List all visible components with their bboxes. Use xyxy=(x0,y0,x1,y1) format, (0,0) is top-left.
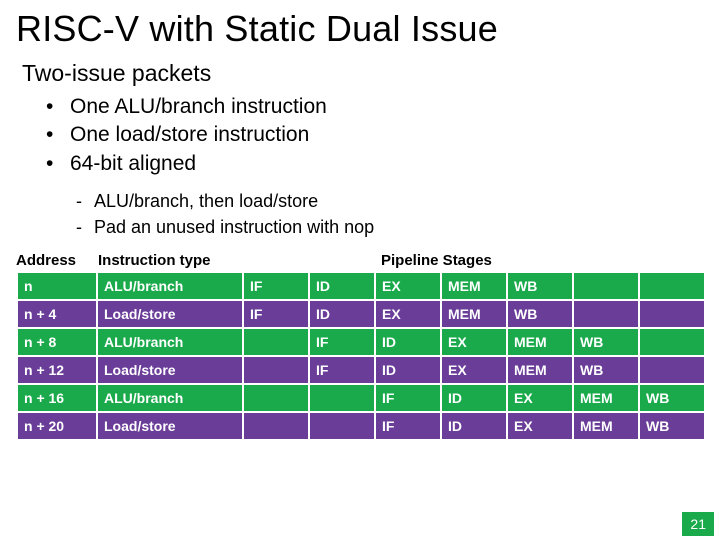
cell-stage: WB xyxy=(507,272,573,300)
cell-stage: IF xyxy=(243,272,309,300)
cell-stage: IF xyxy=(375,384,441,412)
pipeline-table: nALU/branchIFIDEXMEMWBn + 4Load/storeIFI… xyxy=(16,271,706,441)
cell-stage: WB xyxy=(507,300,573,328)
cell-stage xyxy=(639,328,705,356)
bullet-item: 64-bit aligned xyxy=(46,150,704,178)
cell-address: n + 16 xyxy=(17,384,97,412)
bullet-item: One load/store instruction xyxy=(46,121,704,149)
cell-stage: EX xyxy=(441,356,507,384)
cell-stage: MEM xyxy=(573,412,639,440)
cell-address: n + 20 xyxy=(17,412,97,440)
cell-address: n + 12 xyxy=(17,356,97,384)
slide: RISC-V with Static Dual Issue Two-issue … xyxy=(0,0,720,540)
cell-stage xyxy=(309,384,375,412)
bullets-level1: One ALU/branch instruction One load/stor… xyxy=(46,93,704,178)
subheading: Two-issue packets xyxy=(22,60,704,87)
cell-stage: EX xyxy=(507,412,573,440)
cell-address: n + 8 xyxy=(17,328,97,356)
cell-stage: EX xyxy=(375,272,441,300)
cell-instruction-type: Load/store xyxy=(97,356,243,384)
table-row: n + 12Load/store IFIDEXMEMWB xyxy=(17,356,705,384)
cell-stage: WB xyxy=(573,328,639,356)
cell-stage: IF xyxy=(243,300,309,328)
cell-stage: MEM xyxy=(507,356,573,384)
table-row: n + 8ALU/branch IFIDEXMEMWB xyxy=(17,328,705,356)
cell-instruction-type: ALU/branch xyxy=(97,384,243,412)
cell-stage: WB xyxy=(573,356,639,384)
cell-stage: ID xyxy=(375,328,441,356)
cell-stage xyxy=(639,356,705,384)
cell-address: n + 4 xyxy=(17,300,97,328)
table-row: n + 4Load/storeIFIDEXMEMWB xyxy=(17,300,705,328)
cell-stage: IF xyxy=(375,412,441,440)
cell-instruction-type: Load/store xyxy=(97,412,243,440)
header-instruction-type: Instruction type xyxy=(98,252,246,269)
cell-stage: WB xyxy=(639,384,705,412)
cell-stage: MEM xyxy=(441,300,507,328)
cell-instruction-type: Load/store xyxy=(97,300,243,328)
table-row: n + 16ALU/branch IFIDEXMEMWB xyxy=(17,384,705,412)
cell-stage xyxy=(243,412,309,440)
cell-stage: ID xyxy=(309,300,375,328)
header-address: Address xyxy=(16,252,98,269)
bullet-item: Pad an unused instruction with nop xyxy=(76,214,704,240)
bullet-item: ALU/branch, then load/store xyxy=(76,188,704,214)
cell-instruction-type: ALU/branch xyxy=(97,328,243,356)
cell-stage xyxy=(243,328,309,356)
cell-stage: IF xyxy=(309,328,375,356)
cell-stage xyxy=(573,272,639,300)
bullets-level2: ALU/branch, then load/store Pad an unuse… xyxy=(76,188,704,240)
cell-stage xyxy=(243,356,309,384)
cell-stage xyxy=(243,384,309,412)
cell-stage: ID xyxy=(309,272,375,300)
header-pipeline-stages: Pipeline Stages xyxy=(246,252,704,269)
cell-stage: MEM xyxy=(573,384,639,412)
cell-stage: ID xyxy=(441,412,507,440)
cell-stage xyxy=(309,412,375,440)
cell-stage xyxy=(573,300,639,328)
cell-stage: MEM xyxy=(507,328,573,356)
bullet-item: One ALU/branch instruction xyxy=(46,93,704,121)
cell-stage: EX xyxy=(507,384,573,412)
table-headers: Address Instruction type Pipeline Stages xyxy=(16,252,704,269)
cell-stage xyxy=(639,300,705,328)
cell-stage: EX xyxy=(441,328,507,356)
page-number: 21 xyxy=(682,512,714,536)
cell-instruction-type: ALU/branch xyxy=(97,272,243,300)
cell-stage: WB xyxy=(639,412,705,440)
table-row: nALU/branchIFIDEXMEMWB xyxy=(17,272,705,300)
cell-stage xyxy=(639,272,705,300)
page-title: RISC-V with Static Dual Issue xyxy=(16,8,704,50)
cell-stage: MEM xyxy=(441,272,507,300)
table-row: n + 20Load/store IFIDEXMEMWB xyxy=(17,412,705,440)
cell-stage: IF xyxy=(309,356,375,384)
cell-stage: ID xyxy=(375,356,441,384)
cell-stage: EX xyxy=(375,300,441,328)
cell-stage: ID xyxy=(441,384,507,412)
cell-address: n xyxy=(17,272,97,300)
